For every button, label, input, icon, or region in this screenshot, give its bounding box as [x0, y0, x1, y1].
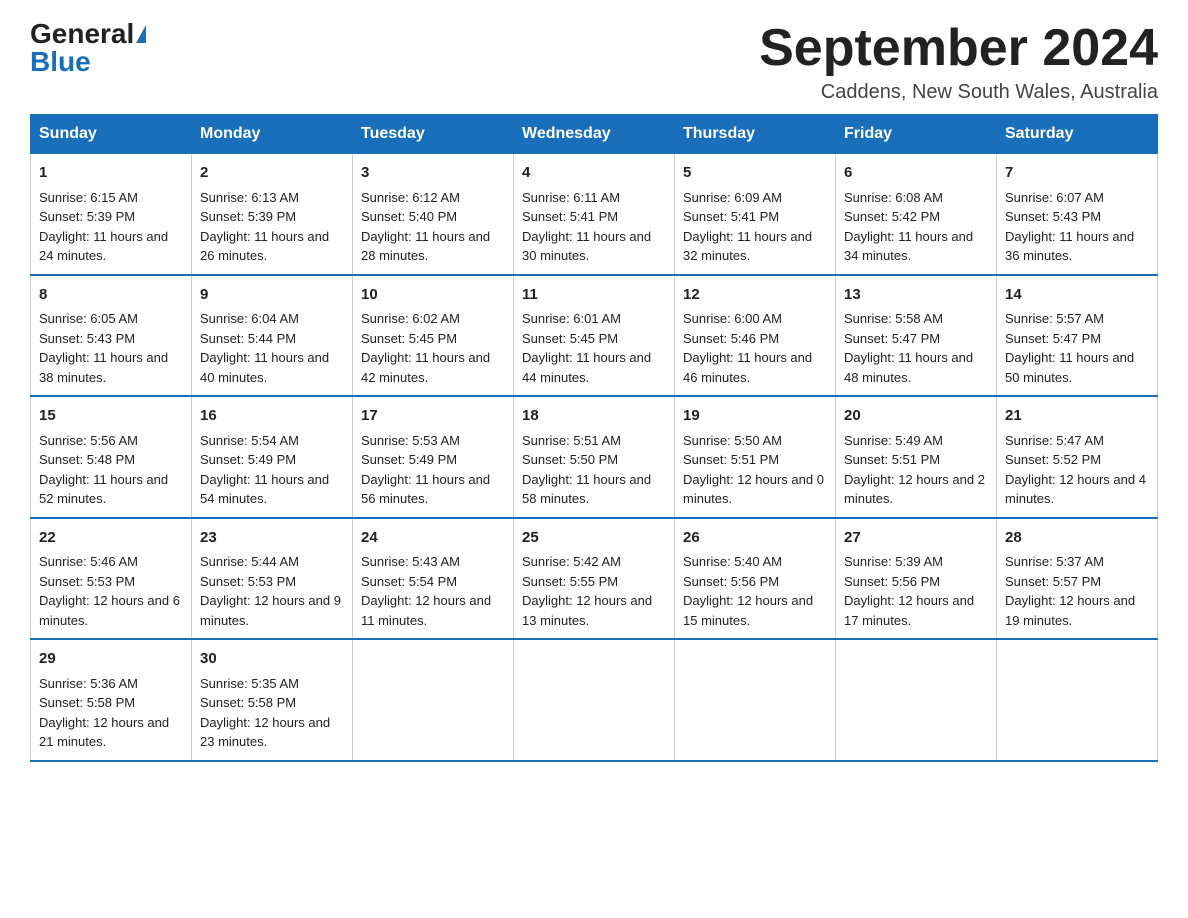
day-number: 24	[361, 527, 505, 550]
weekday-header-monday: Monday	[192, 115, 353, 154]
day-number: 20	[844, 405, 988, 428]
calendar-cell: 3Sunrise: 6:12 AMSunset: 5:40 PMDaylight…	[353, 154, 514, 275]
day-number: 15	[39, 405, 183, 428]
calendar-cell: 17Sunrise: 5:53 AMSunset: 5:49 PMDayligh…	[353, 396, 514, 518]
day-number: 10	[361, 284, 505, 307]
calendar-cell: 19Sunrise: 5:50 AMSunset: 5:51 PMDayligh…	[675, 396, 836, 518]
day-number: 7	[1005, 162, 1149, 185]
calendar-body: 1Sunrise: 6:15 AMSunset: 5:39 PMDaylight…	[31, 154, 1158, 761]
location-subtitle: Caddens, New South Wales, Australia	[759, 81, 1158, 104]
calendar-week-2: 8Sunrise: 6:05 AMSunset: 5:43 PMDaylight…	[31, 275, 1158, 397]
day-number: 5	[683, 162, 827, 185]
calendar-cell: 30Sunrise: 5:35 AMSunset: 5:58 PMDayligh…	[192, 639, 353, 761]
calendar-cell: 16Sunrise: 5:54 AMSunset: 5:49 PMDayligh…	[192, 396, 353, 518]
calendar-cell: 24Sunrise: 5:43 AMSunset: 5:54 PMDayligh…	[353, 518, 514, 640]
calendar-cell	[353, 639, 514, 761]
weekday-header-friday: Friday	[836, 115, 997, 154]
day-number: 21	[1005, 405, 1149, 428]
day-number: 28	[1005, 527, 1149, 550]
weekday-header-wednesday: Wednesday	[514, 115, 675, 154]
day-number: 14	[1005, 284, 1149, 307]
day-number: 4	[522, 162, 666, 185]
day-number: 27	[844, 527, 988, 550]
day-number: 17	[361, 405, 505, 428]
page-header: General Blue September 2024 Caddens, New…	[30, 20, 1158, 104]
day-number: 2	[200, 162, 344, 185]
calendar-cell: 13Sunrise: 5:58 AMSunset: 5:47 PMDayligh…	[836, 275, 997, 397]
weekday-header-tuesday: Tuesday	[353, 115, 514, 154]
calendar-cell: 10Sunrise: 6:02 AMSunset: 5:45 PMDayligh…	[353, 275, 514, 397]
calendar-cell: 23Sunrise: 5:44 AMSunset: 5:53 PMDayligh…	[192, 518, 353, 640]
calendar-cell: 5Sunrise: 6:09 AMSunset: 5:41 PMDaylight…	[675, 154, 836, 275]
day-number: 18	[522, 405, 666, 428]
logo-blue-text: Blue	[30, 48, 91, 76]
calendar-week-4: 22Sunrise: 5:46 AMSunset: 5:53 PMDayligh…	[31, 518, 1158, 640]
day-number: 9	[200, 284, 344, 307]
weekday-header-row: SundayMondayTuesdayWednesdayThursdayFrid…	[31, 115, 1158, 154]
day-number: 25	[522, 527, 666, 550]
calendar-week-3: 15Sunrise: 5:56 AMSunset: 5:48 PMDayligh…	[31, 396, 1158, 518]
calendar-cell: 21Sunrise: 5:47 AMSunset: 5:52 PMDayligh…	[997, 396, 1158, 518]
weekday-header-sunday: Sunday	[31, 115, 192, 154]
day-number: 12	[683, 284, 827, 307]
calendar-cell: 8Sunrise: 6:05 AMSunset: 5:43 PMDaylight…	[31, 275, 192, 397]
calendar-cell: 27Sunrise: 5:39 AMSunset: 5:56 PMDayligh…	[836, 518, 997, 640]
calendar-cell: 7Sunrise: 6:07 AMSunset: 5:43 PMDaylight…	[997, 154, 1158, 275]
logo-general-text: General	[30, 20, 134, 48]
calendar-cell: 28Sunrise: 5:37 AMSunset: 5:57 PMDayligh…	[997, 518, 1158, 640]
calendar-cell	[514, 639, 675, 761]
weekday-header-saturday: Saturday	[997, 115, 1158, 154]
day-number: 11	[522, 284, 666, 307]
calendar-cell: 12Sunrise: 6:00 AMSunset: 5:46 PMDayligh…	[675, 275, 836, 397]
calendar-cell: 15Sunrise: 5:56 AMSunset: 5:48 PMDayligh…	[31, 396, 192, 518]
day-number: 30	[200, 648, 344, 671]
title-block: September 2024 Caddens, New South Wales,…	[759, 20, 1158, 104]
calendar-cell	[997, 639, 1158, 761]
calendar-cell: 20Sunrise: 5:49 AMSunset: 5:51 PMDayligh…	[836, 396, 997, 518]
logo-triangle-icon	[136, 25, 146, 43]
day-number: 8	[39, 284, 183, 307]
calendar-week-5: 29Sunrise: 5:36 AMSunset: 5:58 PMDayligh…	[31, 639, 1158, 761]
calendar-cell	[836, 639, 997, 761]
calendar-cell: 9Sunrise: 6:04 AMSunset: 5:44 PMDaylight…	[192, 275, 353, 397]
calendar-cell: 18Sunrise: 5:51 AMSunset: 5:50 PMDayligh…	[514, 396, 675, 518]
day-number: 29	[39, 648, 183, 671]
calendar-cell: 14Sunrise: 5:57 AMSunset: 5:47 PMDayligh…	[997, 275, 1158, 397]
calendar-week-1: 1Sunrise: 6:15 AMSunset: 5:39 PMDaylight…	[31, 154, 1158, 275]
calendar-cell: 26Sunrise: 5:40 AMSunset: 5:56 PMDayligh…	[675, 518, 836, 640]
day-number: 3	[361, 162, 505, 185]
calendar-cell: 25Sunrise: 5:42 AMSunset: 5:55 PMDayligh…	[514, 518, 675, 640]
weekday-header-thursday: Thursday	[675, 115, 836, 154]
calendar-cell: 11Sunrise: 6:01 AMSunset: 5:45 PMDayligh…	[514, 275, 675, 397]
day-number: 23	[200, 527, 344, 550]
calendar-cell: 1Sunrise: 6:15 AMSunset: 5:39 PMDaylight…	[31, 154, 192, 275]
day-number: 16	[200, 405, 344, 428]
day-number: 26	[683, 527, 827, 550]
day-number: 19	[683, 405, 827, 428]
day-number: 22	[39, 527, 183, 550]
calendar-cell	[675, 639, 836, 761]
day-number: 13	[844, 284, 988, 307]
day-number: 1	[39, 162, 183, 185]
calendar-cell: 29Sunrise: 5:36 AMSunset: 5:58 PMDayligh…	[31, 639, 192, 761]
day-number: 6	[844, 162, 988, 185]
calendar-cell: 4Sunrise: 6:11 AMSunset: 5:41 PMDaylight…	[514, 154, 675, 275]
logo: General Blue	[30, 20, 146, 76]
month-title: September 2024	[759, 20, 1158, 77]
calendar-table: SundayMondayTuesdayWednesdayThursdayFrid…	[30, 114, 1158, 762]
calendar-cell: 22Sunrise: 5:46 AMSunset: 5:53 PMDayligh…	[31, 518, 192, 640]
calendar-cell: 2Sunrise: 6:13 AMSunset: 5:39 PMDaylight…	[192, 154, 353, 275]
calendar-header: SundayMondayTuesdayWednesdayThursdayFrid…	[31, 115, 1158, 154]
calendar-cell: 6Sunrise: 6:08 AMSunset: 5:42 PMDaylight…	[836, 154, 997, 275]
